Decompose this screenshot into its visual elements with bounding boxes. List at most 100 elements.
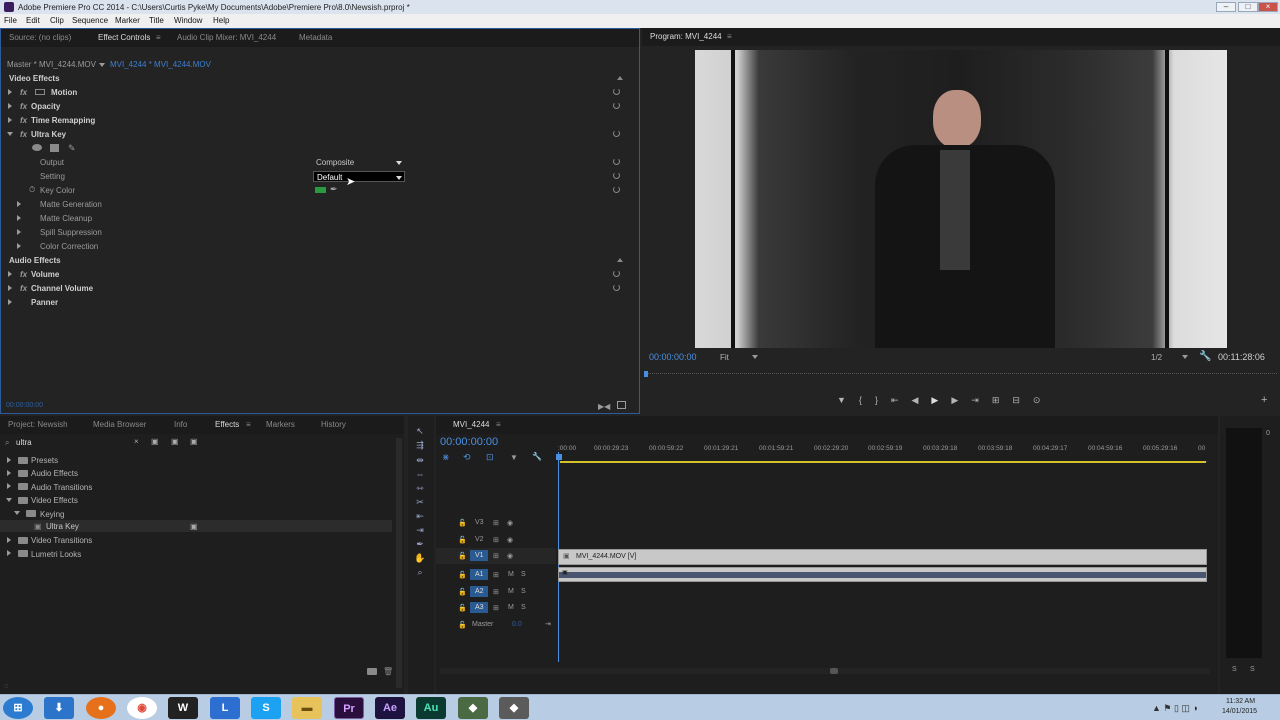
expand-motion-icon[interactable] xyxy=(8,89,12,95)
eye-icon[interactable]: ◉ xyxy=(507,536,513,544)
fx-badge-icon[interactable]: fx xyxy=(20,102,27,111)
step-forward-icon[interactable]: ▶ xyxy=(951,395,971,405)
reset-icon[interactable] xyxy=(613,186,620,193)
expand-icon[interactable] xyxy=(7,470,11,476)
collapse-ultra-key-icon[interactable] xyxy=(7,132,13,136)
sync-lock-icon[interactable]: ⊞ xyxy=(493,604,499,612)
lock-icon[interactable]: 🔓 xyxy=(458,588,467,596)
tab-info[interactable]: Info xyxy=(174,420,187,429)
expand-icon[interactable] xyxy=(17,229,21,235)
master-value[interactable]: 0.0 xyxy=(512,621,522,628)
firefox-icon[interactable]: ● xyxy=(86,697,116,719)
expand-opacity-icon[interactable] xyxy=(8,103,12,109)
export-frame-icon[interactable] xyxy=(617,401,626,409)
add-marker-icon[interactable]: ⊡ xyxy=(486,452,494,463)
scrollbar[interactable] xyxy=(396,438,402,688)
effect-panner[interactable]: Panner xyxy=(31,298,58,307)
program-timecode[interactable]: 00:00:00:00 xyxy=(649,352,697,362)
eye-icon[interactable]: ◉ xyxy=(507,519,513,527)
sequence-clip-label[interactable]: MVI_4244 * MVI_4244.MOV xyxy=(110,60,211,69)
expand-channel-volume-icon[interactable] xyxy=(8,285,12,291)
horizontal-scrollbar[interactable] xyxy=(440,668,1210,674)
wrench-icon[interactable]: 🔧 xyxy=(1199,351,1211,362)
camera-icon[interactable]: ⊙ xyxy=(1033,395,1054,405)
selection-tool-icon[interactable]: ↖ xyxy=(414,426,426,436)
expand-panner-icon[interactable] xyxy=(8,299,12,305)
tree-item-audio-transitions[interactable]: Audio Transitions xyxy=(31,483,92,492)
tree-item-ultra-key[interactable]: Ultra Key xyxy=(46,522,79,531)
expand-icon[interactable] xyxy=(7,550,11,556)
fx-badge-icon[interactable]: fx xyxy=(20,116,27,125)
effect-motion[interactable]: Motion xyxy=(51,88,77,97)
app-icon[interactable]: ◆ xyxy=(499,697,529,719)
reset-icon[interactable] xyxy=(613,158,620,165)
reset-icon[interactable] xyxy=(613,172,620,179)
program-scrubber[interactable] xyxy=(645,373,1277,374)
clock-date[interactable]: 14/01/2015 xyxy=(1222,708,1257,715)
mute-button[interactable]: M xyxy=(508,571,514,578)
master-dropdown-icon[interactable] xyxy=(99,63,105,67)
ripple-edit-tool-icon[interactable]: ⇹ xyxy=(414,455,426,465)
reset-icon[interactable] xyxy=(613,270,620,277)
expand-icon[interactable] xyxy=(17,243,21,249)
track-select-tool-icon[interactable]: ⇶ xyxy=(414,440,426,450)
video-clip[interactable]: ▣ MVI_4244.MOV [V] xyxy=(558,549,1207,565)
accelerated-effects-icon[interactable]: ▣ xyxy=(151,437,159,446)
transform-icon[interactable] xyxy=(35,89,45,95)
go-to-out-icon[interactable]: ⇥ xyxy=(971,395,992,405)
rectangle-mask-icon[interactable] xyxy=(50,144,59,152)
panel-menu-icon[interactable]: ≡ xyxy=(496,420,501,429)
tab-project[interactable]: Project: Newsish xyxy=(8,420,68,429)
track-label-v2[interactable]: V2 xyxy=(475,536,484,543)
lock-icon[interactable]: 🔓 xyxy=(458,604,467,612)
stopwatch-icon[interactable]: ⏱ xyxy=(29,185,35,195)
expand-icon[interactable] xyxy=(7,537,11,543)
zoom-level[interactable]: Fit xyxy=(720,353,729,362)
clock-time[interactable]: 11:32 AM xyxy=(1226,698,1255,705)
playhead-icon[interactable] xyxy=(644,371,648,377)
panel-menu-icon[interactable]: ≡ xyxy=(156,33,161,42)
tree-item-keying[interactable]: Keying xyxy=(40,510,64,519)
snap-icon[interactable]: ⋇ xyxy=(442,452,450,463)
sync-lock-icon[interactable]: ⊞ xyxy=(493,552,499,560)
solo-button[interactable]: S xyxy=(521,588,526,595)
effect-ultra-key[interactable]: Ultra Key xyxy=(31,130,66,139)
tab-sequence[interactable]: MVI_4244 xyxy=(453,420,489,429)
effect-volume[interactable]: Volume xyxy=(31,270,59,279)
marker-icon[interactable]: ▼ xyxy=(510,453,518,462)
output-dropdown[interactable]: Composite xyxy=(314,157,404,168)
sync-lock-icon[interactable]: ⊞ xyxy=(493,588,499,596)
new-bin-icon[interactable] xyxy=(367,668,377,675)
track-label-a2[interactable]: A2 xyxy=(475,588,484,595)
expand-icon[interactable] xyxy=(7,483,11,489)
go-to-in-icon[interactable]: ⇤ xyxy=(891,395,912,405)
scroll-handle[interactable] xyxy=(830,668,838,674)
lync-icon[interactable]: L xyxy=(210,697,240,719)
step-back-icon[interactable]: ◀ xyxy=(912,395,932,405)
reset-icon[interactable] xyxy=(613,130,620,137)
menu-title[interactable]: Title xyxy=(149,16,164,25)
rate-stretch-tool-icon[interactable]: ⇿ xyxy=(414,483,426,493)
lock-icon[interactable]: 🔓 xyxy=(458,536,467,544)
32bit-effects-icon[interactable]: ▣ xyxy=(171,437,179,446)
collapse-icon[interactable] xyxy=(14,511,20,515)
expand-time-remap-icon[interactable] xyxy=(8,117,12,123)
matte-generation[interactable]: Matte Generation xyxy=(40,200,102,209)
skype-icon[interactable]: S xyxy=(251,697,281,719)
track-label-v3[interactable]: V3 xyxy=(475,519,484,526)
settings-wrench-icon[interactable]: 🔧 xyxy=(532,452,542,461)
mute-button[interactable]: M xyxy=(508,604,514,611)
clear-search-icon[interactable]: × xyxy=(134,437,139,446)
mute-button[interactable]: M xyxy=(508,588,514,595)
tree-item-presets[interactable]: Presets xyxy=(31,456,58,465)
after-effects-icon[interactable]: Ae xyxy=(375,697,405,719)
effect-controls-timecode[interactable]: 00:00:00:00 xyxy=(6,402,43,409)
effect-channel-volume[interactable]: Channel Volume xyxy=(31,284,93,293)
fx-badge-icon[interactable]: fx xyxy=(20,130,27,139)
color-correction[interactable]: Color Correction xyxy=(40,242,98,251)
minimize-button[interactable]: – xyxy=(1216,2,1236,12)
tab-history[interactable]: History xyxy=(321,420,346,429)
meter-solo-right[interactable]: S xyxy=(1250,666,1255,673)
track-label-a3[interactable]: A3 xyxy=(475,604,484,611)
video-frame[interactable] xyxy=(695,50,1227,348)
